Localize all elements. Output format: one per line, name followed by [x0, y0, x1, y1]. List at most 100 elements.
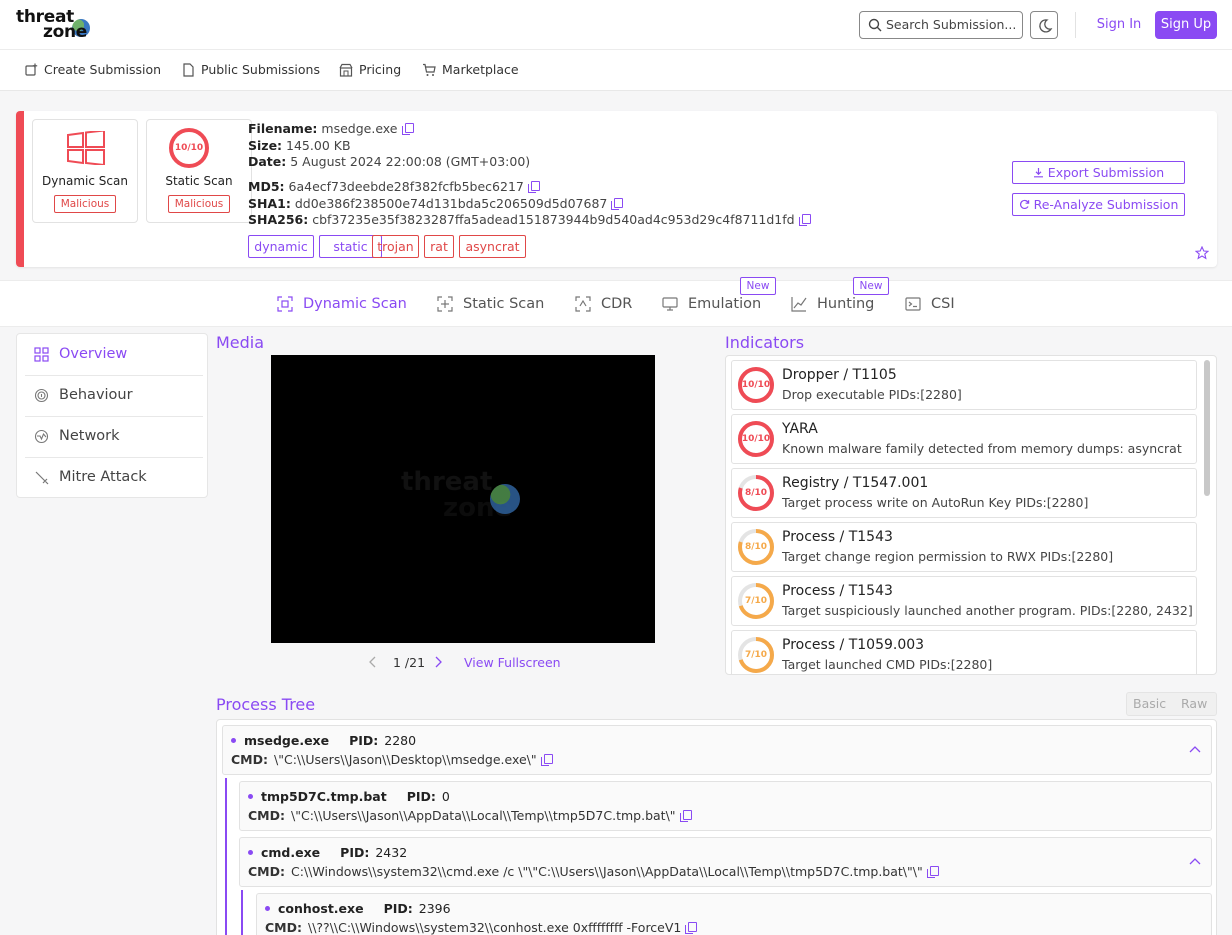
theme-toggle-button[interactable]: [1030, 11, 1058, 39]
indicator-item[interactable]: 7/10 Process / T1059.003 Target launched C…: [731, 630, 1197, 674]
tag-asyncrat[interactable]: asyncrat: [459, 235, 526, 258]
copy-icon[interactable]: [540, 754, 553, 766]
reanalyze-label: Re-Analyze Submission: [1033, 197, 1179, 212]
sidebar-item-mitre-attack[interactable]: Mitre Attack: [17, 457, 207, 498]
tag-trojan[interactable]: trojan: [372, 235, 419, 258]
bullet-icon: [248, 794, 253, 799]
indicator-description: Drop executable PIDs:[2280]: [782, 387, 962, 402]
date-value: 5 August 2024 22:00:08 (GMT+03:00): [290, 154, 531, 169]
copy-icon[interactable]: [401, 123, 414, 135]
nav-public-submissions[interactable]: Public Submissions: [181, 50, 320, 90]
search-input[interactable]: Search Submission...: [859, 11, 1023, 39]
process-node[interactable]: conhost.exe PID: 2396 CMD: \\??\\C:\\Window…: [256, 893, 1212, 935]
tag-dynamic[interactable]: dynamic: [248, 235, 314, 258]
tree-connector: [225, 778, 227, 935]
nav-label: Public Submissions: [201, 62, 320, 77]
sha256-row: SHA256: cbf37235e35f3823287ffa5adead1518…: [248, 212, 811, 227]
cart-icon: [423, 63, 436, 76]
tab-csi[interactable]: CSI: [905, 281, 955, 328]
search-icon: [868, 18, 882, 32]
sidebar-item-behaviour[interactable]: Behaviour: [17, 375, 207, 416]
sidebar-label: Overview: [59, 346, 128, 362]
indicator-score: 7/10: [744, 650, 768, 660]
tab-emulation[interactable]: Emulation New: [662, 277, 776, 328]
pid-label: PID:: [406, 789, 436, 804]
indicator-name: Process / T1059.003: [782, 637, 925, 653]
bullet-icon: [231, 738, 236, 743]
view-fullscreen-link[interactable]: View Fullscreen: [464, 655, 561, 670]
process-pid: 2432: [375, 845, 408, 860]
indicator-score: 7/10: [744, 596, 768, 606]
download-icon: [1033, 168, 1043, 178]
cmd-label: CMD:: [265, 920, 302, 935]
process-pid: 2280: [384, 733, 417, 748]
copy-icon[interactable]: [685, 922, 698, 934]
indicator-item[interactable]: 10/10 YARA Known malware family detected f…: [731, 414, 1197, 464]
process-node[interactable]: msedge.exe PID: 2280 CMD: \"C:\\Users\\Jaso…: [222, 725, 1212, 775]
indicator-score-ring: 7/10: [736, 581, 776, 621]
new-badge: New: [740, 277, 776, 295]
bullet-icon: [265, 906, 270, 911]
indicator-name: Dropper / T1105: [782, 367, 897, 383]
process-name: msedge.exe: [244, 733, 330, 748]
fingerprint-icon: [34, 388, 49, 403]
process-cmd: \"C:\\Users\\Jason\\AppData\\Local\\Temp…: [291, 808, 676, 823]
media-viewer[interactable]: threat zone: [271, 355, 655, 643]
process-node[interactable]: cmd.exe PID: 2432 CMD: C:\\Windows\\system3…: [239, 837, 1212, 887]
indicators-list: 10/10 Dropper / T1105 Drop executable PIDs…: [725, 355, 1217, 675]
indicator-item[interactable]: 10/10 Dropper / T1105 Drop executable PIDs…: [731, 360, 1197, 410]
overview-sidebar: Overview Behaviour Network Mitre Attack: [16, 333, 208, 498]
star-icon[interactable]: [1195, 246, 1209, 260]
view-basic-button[interactable]: Basic: [1133, 693, 1166, 715]
tab-dynamic-scan[interactable]: Dynamic Scan: [277, 281, 407, 328]
copy-icon[interactable]: [611, 198, 624, 210]
sidebar-label: Behaviour: [59, 387, 133, 403]
sign-in-button[interactable]: Sign In: [1092, 11, 1146, 39]
chevron-left-icon[interactable]: [367, 655, 379, 669]
media-page-indicator: 1 /21: [393, 655, 426, 670]
sidebar-item-overview[interactable]: Overview: [17, 334, 207, 375]
nav-pricing[interactable]: Pricing: [339, 50, 401, 90]
copy-icon[interactable]: [527, 181, 540, 193]
sha1-row: SHA1: dd0e386f238500e74d131bda5c206509d5…: [248, 196, 624, 211]
filename-row: Filename: msedge.exe: [248, 121, 414, 136]
copy-icon[interactable]: [679, 810, 692, 822]
indicator-score-ring: 10/10: [736, 365, 776, 405]
sha1-value: dd0e386f238500e74d131bda5c206509d5d07687: [294, 196, 608, 211]
threatzone-logo[interactable]: threat zone: [16, 7, 106, 43]
indicators-scrollbar[interactable]: [1204, 360, 1210, 496]
copy-icon[interactable]: [798, 214, 811, 226]
indicator-description: Target launched CMD PIDs:[2280]: [782, 657, 993, 672]
indicator-item[interactable]: 8/10 Registry / T1547.001 Target process w…: [731, 468, 1197, 518]
tab-static-scan[interactable]: Static Scan: [437, 281, 544, 328]
md5-label: MD5:: [248, 179, 285, 194]
export-submission-button[interactable]: Export Submission: [1012, 161, 1185, 184]
dynamic-scan-card[interactable]: Dynamic Scan Malicious: [32, 119, 138, 223]
sidebar-item-network[interactable]: Network: [17, 416, 207, 457]
indicator-item[interactable]: 8/10 Process / T1543 Target change region …: [731, 522, 1197, 572]
process-node[interactable]: tmp5D7C.tmp.bat PID: 0 CMD: \"C:\\Users\\Ja…: [239, 781, 1212, 831]
tab-label: CSI: [931, 296, 955, 312]
nav-create-submission[interactable]: Create Submission: [24, 50, 161, 90]
top-bar: threat zone Search Submission... Sign In…: [0, 0, 1232, 50]
indicator-item[interactable]: 7/10 Process / T1543 Target suspiciously l…: [731, 576, 1197, 626]
process-name: cmd.exe: [261, 845, 321, 860]
chevron-up-icon[interactable]: [1189, 856, 1201, 866]
tab-cdr[interactable]: CDR: [575, 281, 632, 328]
tag-rat[interactable]: rat: [424, 235, 454, 258]
tab-label: Static Scan: [463, 296, 545, 312]
chevron-up-icon[interactable]: [1189, 744, 1201, 754]
copy-icon[interactable]: [926, 866, 939, 878]
reanalyze-submission-button[interactable]: Re-Analyze Submission: [1012, 193, 1185, 216]
view-raw-button[interactable]: Raw: [1181, 693, 1207, 715]
sign-up-button[interactable]: Sign Up: [1155, 11, 1217, 39]
tab-hunting[interactable]: Hunting New: [791, 277, 889, 328]
nav-label: Pricing: [359, 62, 402, 77]
process-pid: 0: [441, 789, 450, 804]
nav-label: Marketplace: [442, 62, 519, 77]
monitor-icon: [662, 297, 678, 311]
static-scan-card[interactable]: 10/10 Static Scan Malicious: [146, 119, 252, 223]
chevron-right-icon[interactable]: [432, 655, 444, 669]
nav-marketplace[interactable]: Marketplace: [422, 50, 519, 90]
network-icon: [34, 429, 49, 444]
